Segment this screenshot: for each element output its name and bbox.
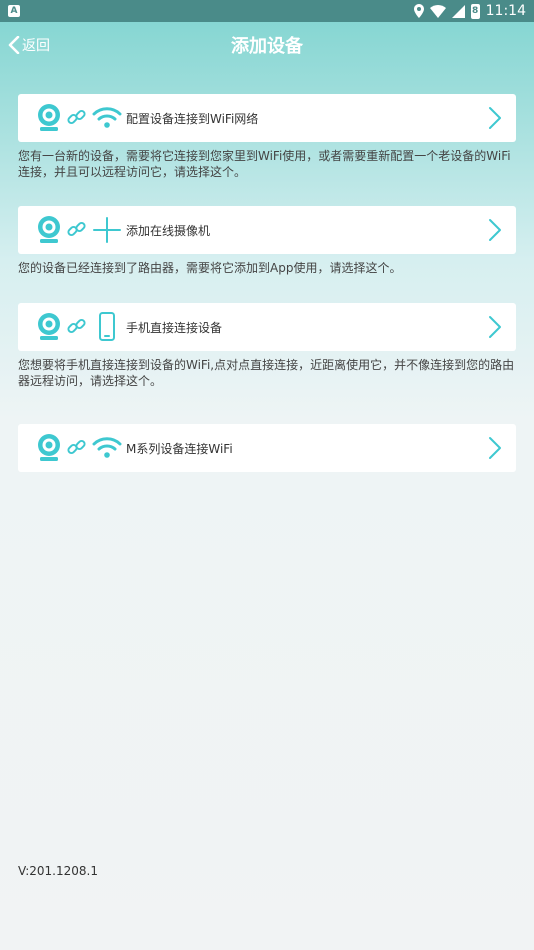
option-phone-direct-connect[interactable]: 手机直接连接设备 (18, 303, 516, 351)
option-description: 您有一台新的设备，需要将它连接到您家里到WiFi使用，或者需要重新配置一个老设备… (18, 149, 511, 179)
option-add-online-camera[interactable]: 添加在线摄像机 (18, 206, 516, 254)
wifi-signal-icon (429, 4, 446, 18)
chevron-right-icon (489, 219, 501, 241)
status-indicators: 8 11:14 (413, 2, 526, 20)
link-icon (67, 439, 86, 455)
option-label: 手机直接连接设备 (126, 320, 223, 335)
option-configure-wifi[interactable]: 配置设备连接到WiFi网络 (18, 94, 516, 142)
option-icons (36, 216, 122, 244)
option-label: M系列设备连接WiFi (126, 441, 233, 456)
camera-icon (38, 216, 60, 243)
option-description: 您的设备已经连接到了路由器，需要将它添加到App使用，请选择这个。 (18, 261, 402, 275)
status-time: 11:14 (485, 3, 526, 19)
link-icon (67, 109, 86, 125)
app-version: V:201.1208.1 (18, 864, 98, 878)
chevron-right-icon (489, 316, 501, 338)
wifi-icon (92, 107, 122, 128)
link-icon (67, 318, 86, 334)
wifi-icon (92, 437, 122, 458)
page-title: 添加设备 (231, 36, 303, 57)
option-icons (36, 434, 122, 462)
option-icons (36, 312, 122, 342)
link-icon (67, 221, 86, 237)
chevron-right-icon (489, 107, 501, 129)
camera-icon (38, 434, 60, 461)
app-notification-icon: A (8, 5, 20, 17)
status-bar: A 8 11:14 (0, 0, 534, 22)
option-description: 您想要将手机直接连接到设备的WiFi,点对点直接连接，近距离使用它，并不像连接到… (18, 358, 515, 388)
battery-level-text: 8 (472, 5, 479, 16)
camera-icon (38, 104, 60, 131)
phone-icon (99, 312, 115, 341)
chevron-right-icon (489, 437, 501, 459)
camera-icon (38, 313, 60, 340)
battery-icon: 8 (470, 3, 480, 19)
location-icon (413, 4, 424, 18)
app-header: 返回 添加设备 (0, 22, 534, 68)
option-icons (36, 104, 122, 132)
option-label: 配置设备连接到WiFi网络 (126, 111, 259, 126)
cell-signal-icon (451, 4, 465, 18)
option-m-series-wifi[interactable]: M系列设备连接WiFi (18, 424, 516, 472)
option-label: 添加在线摄像机 (126, 223, 211, 238)
plus-icon (93, 217, 121, 243)
